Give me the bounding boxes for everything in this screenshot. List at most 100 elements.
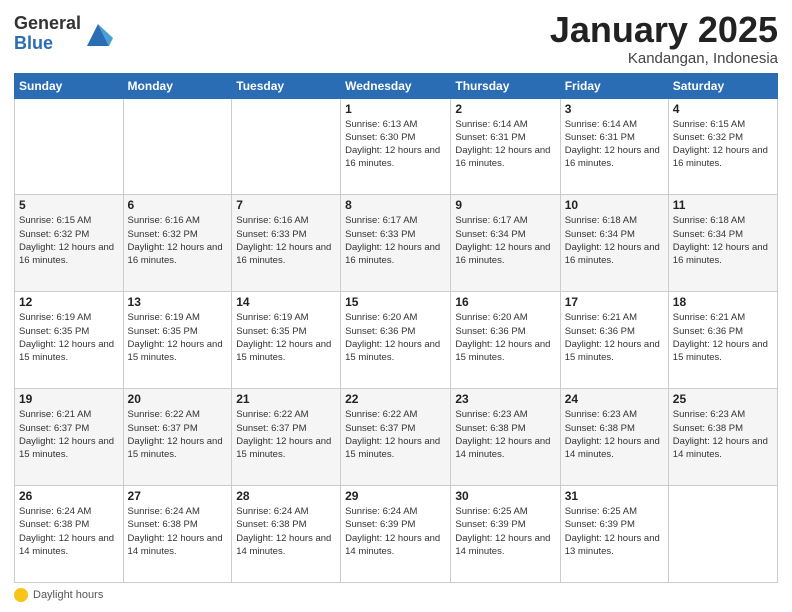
col-header-saturday: Saturday: [668, 73, 777, 98]
day-cell: 5 Sunrise: 6:15 AM Sunset: 6:32 PM Daylig…: [15, 195, 124, 292]
day-info: Sunrise: 6:17 AM Sunset: 6:34 PM Dayligh…: [455, 214, 555, 267]
col-header-tuesday: Tuesday: [232, 73, 341, 98]
day-info: Sunrise: 6:14 AM Sunset: 6:31 PM Dayligh…: [455, 118, 555, 171]
day-number: 19: [19, 392, 119, 406]
day-info: Sunrise: 6:24 AM Sunset: 6:39 PM Dayligh…: [345, 505, 446, 558]
day-info: Sunrise: 6:21 AM Sunset: 6:37 PM Dayligh…: [19, 408, 119, 461]
day-info: Sunrise: 6:21 AM Sunset: 6:36 PM Dayligh…: [673, 311, 773, 364]
day-number: 30: [455, 489, 555, 503]
week-row-1: 1 Sunrise: 6:13 AM Sunset: 6:30 PM Daylig…: [15, 98, 778, 195]
day-number: 26: [19, 489, 119, 503]
day-cell: [15, 98, 124, 195]
day-cell: 23 Sunrise: 6:23 AM Sunset: 6:38 PM Dayli…: [451, 389, 560, 486]
day-number: 31: [565, 489, 664, 503]
day-info: Sunrise: 6:23 AM Sunset: 6:38 PM Dayligh…: [673, 408, 773, 461]
day-cell: 25 Sunrise: 6:23 AM Sunset: 6:38 PM Dayli…: [668, 389, 777, 486]
day-number: 1: [345, 102, 446, 116]
day-number: 28: [236, 489, 336, 503]
day-info: Sunrise: 6:25 AM Sunset: 6:39 PM Dayligh…: [455, 505, 555, 558]
day-cell: 4Sunrise: 6:15 AM Sunset: 6:32 PM Daylig…: [668, 98, 777, 195]
day-cell: 24Sunrise: 6:23 AM Sunset: 6:38 PM Dayli…: [560, 389, 668, 486]
calendar-table: SundayMondayTuesdayWednesdayThursdayFrid…: [14, 73, 778, 583]
day-number: 20: [128, 392, 228, 406]
day-cell: 29 Sunrise: 6:24 AM Sunset: 6:39 PM Dayli…: [341, 486, 451, 583]
day-cell: 1 Sunrise: 6:13 AM Sunset: 6:30 PM Daylig…: [341, 98, 451, 195]
day-cell: 7Sunrise: 6:16 AM Sunset: 6:33 PM Daylig…: [232, 195, 341, 292]
day-number: 6: [128, 198, 228, 212]
day-info: Sunrise: 6:24 AM Sunset: 6:38 PM Dayligh…: [236, 505, 336, 558]
day-number: 18: [673, 295, 773, 309]
day-number: 16: [455, 295, 555, 309]
day-cell: 11Sunrise: 6:18 AM Sunset: 6:34 PM Dayli…: [668, 195, 777, 292]
day-info: Sunrise: 6:17 AM Sunset: 6:33 PM Dayligh…: [345, 214, 446, 267]
day-info: Sunrise: 6:18 AM Sunset: 6:34 PM Dayligh…: [565, 214, 664, 267]
day-info: Sunrise: 6:15 AM Sunset: 6:32 PM Dayligh…: [19, 214, 119, 267]
col-header-wednesday: Wednesday: [341, 73, 451, 98]
day-number: 14: [236, 295, 336, 309]
logo-general: General: [14, 14, 81, 34]
day-cell: 28 Sunrise: 6:24 AM Sunset: 6:38 PM Dayli…: [232, 486, 341, 583]
week-row-3: 12Sunrise: 6:19 AM Sunset: 6:35 PM Dayli…: [15, 292, 778, 389]
day-number: 10: [565, 198, 664, 212]
day-cell: 30 Sunrise: 6:25 AM Sunset: 6:39 PM Dayli…: [451, 486, 560, 583]
day-cell: 20Sunrise: 6:22 AM Sunset: 6:37 PM Dayli…: [123, 389, 232, 486]
day-info: Sunrise: 6:24 AM Sunset: 6:38 PM Dayligh…: [128, 505, 228, 558]
day-cell: 10 Sunrise: 6:18 AM Sunset: 6:34 PM Dayli…: [560, 195, 668, 292]
logo-blue: Blue: [14, 34, 81, 54]
week-row-2: 5 Sunrise: 6:15 AM Sunset: 6:32 PM Daylig…: [15, 195, 778, 292]
day-cell: 16 Sunrise: 6:20 AM Sunset: 6:36 PM Dayli…: [451, 292, 560, 389]
day-number: 2: [455, 102, 555, 116]
col-header-sunday: Sunday: [15, 73, 124, 98]
day-number: 23: [455, 392, 555, 406]
day-cell: 6 Sunrise: 6:16 AM Sunset: 6:32 PM Daylig…: [123, 195, 232, 292]
day-number: 8: [345, 198, 446, 212]
week-row-5: 26 Sunrise: 6:24 AM Sunset: 6:38 PM Dayli…: [15, 486, 778, 583]
title-month: January 2025: [550, 10, 778, 50]
day-info: Sunrise: 6:25 AM Sunset: 6:39 PM Dayligh…: [565, 505, 664, 558]
day-cell: 12Sunrise: 6:19 AM Sunset: 6:35 PM Dayli…: [15, 292, 124, 389]
day-info: Sunrise: 6:21 AM Sunset: 6:36 PM Dayligh…: [565, 311, 664, 364]
day-info: Sunrise: 6:16 AM Sunset: 6:32 PM Dayligh…: [128, 214, 228, 267]
day-cell: 8 Sunrise: 6:17 AM Sunset: 6:33 PM Daylig…: [341, 195, 451, 292]
day-cell: 18 Sunrise: 6:21 AM Sunset: 6:36 PM Dayli…: [668, 292, 777, 389]
day-info: Sunrise: 6:22 AM Sunset: 6:37 PM Dayligh…: [236, 408, 336, 461]
page: General Blue January 2025 Kandangan, Ind…: [0, 0, 792, 612]
calendar-header-row: SundayMondayTuesdayWednesdayThursdayFrid…: [15, 73, 778, 98]
day-info: Sunrise: 6:13 AM Sunset: 6:30 PM Dayligh…: [345, 118, 446, 171]
day-cell: 3 Sunrise: 6:14 AM Sunset: 6:31 PM Daylig…: [560, 98, 668, 195]
footer-label: Daylight hours: [33, 589, 103, 601]
day-info: Sunrise: 6:14 AM Sunset: 6:31 PM Dayligh…: [565, 118, 664, 171]
day-cell: 9Sunrise: 6:17 AM Sunset: 6:34 PM Daylig…: [451, 195, 560, 292]
day-info: Sunrise: 6:23 AM Sunset: 6:38 PM Dayligh…: [455, 408, 555, 461]
day-number: 25: [673, 392, 773, 406]
header: General Blue January 2025 Kandangan, Ind…: [14, 10, 778, 67]
day-cell: 17 Sunrise: 6:21 AM Sunset: 6:36 PM Dayli…: [560, 292, 668, 389]
day-number: 5: [19, 198, 119, 212]
day-info: Sunrise: 6:19 AM Sunset: 6:35 PM Dayligh…: [19, 311, 119, 364]
day-cell: 27Sunrise: 6:24 AM Sunset: 6:38 PM Dayli…: [123, 486, 232, 583]
day-number: 29: [345, 489, 446, 503]
day-number: 17: [565, 295, 664, 309]
week-row-4: 19 Sunrise: 6:21 AM Sunset: 6:37 PM Dayli…: [15, 389, 778, 486]
logo-icon: [83, 20, 113, 50]
day-cell: 21Sunrise: 6:22 AM Sunset: 6:37 PM Dayli…: [232, 389, 341, 486]
day-number: 22: [345, 392, 446, 406]
day-cell: 14 Sunrise: 6:19 AM Sunset: 6:35 PM Dayli…: [232, 292, 341, 389]
day-info: Sunrise: 6:19 AM Sunset: 6:35 PM Dayligh…: [236, 311, 336, 364]
day-cell: 19 Sunrise: 6:21 AM Sunset: 6:37 PM Dayli…: [15, 389, 124, 486]
day-number: 24: [565, 392, 664, 406]
day-cell: 31 Sunrise: 6:25 AM Sunset: 6:39 PM Dayli…: [560, 486, 668, 583]
title-block: January 2025 Kandangan, Indonesia: [550, 10, 778, 67]
title-location: Kandangan, Indonesia: [550, 50, 778, 67]
footer: Daylight hours: [14, 588, 778, 602]
day-cell: [668, 486, 777, 583]
day-number: 13: [128, 295, 228, 309]
day-cell: [123, 98, 232, 195]
day-info: Sunrise: 6:20 AM Sunset: 6:36 PM Dayligh…: [455, 311, 555, 364]
day-info: Sunrise: 6:22 AM Sunset: 6:37 PM Dayligh…: [345, 408, 446, 461]
col-header-thursday: Thursday: [451, 73, 560, 98]
day-cell: 2 Sunrise: 6:14 AM Sunset: 6:31 PM Daylig…: [451, 98, 560, 195]
day-info: Sunrise: 6:15 AM Sunset: 6:32 PM Dayligh…: [673, 118, 773, 171]
day-number: 3: [565, 102, 664, 116]
day-info: Sunrise: 6:20 AM Sunset: 6:36 PM Dayligh…: [345, 311, 446, 364]
